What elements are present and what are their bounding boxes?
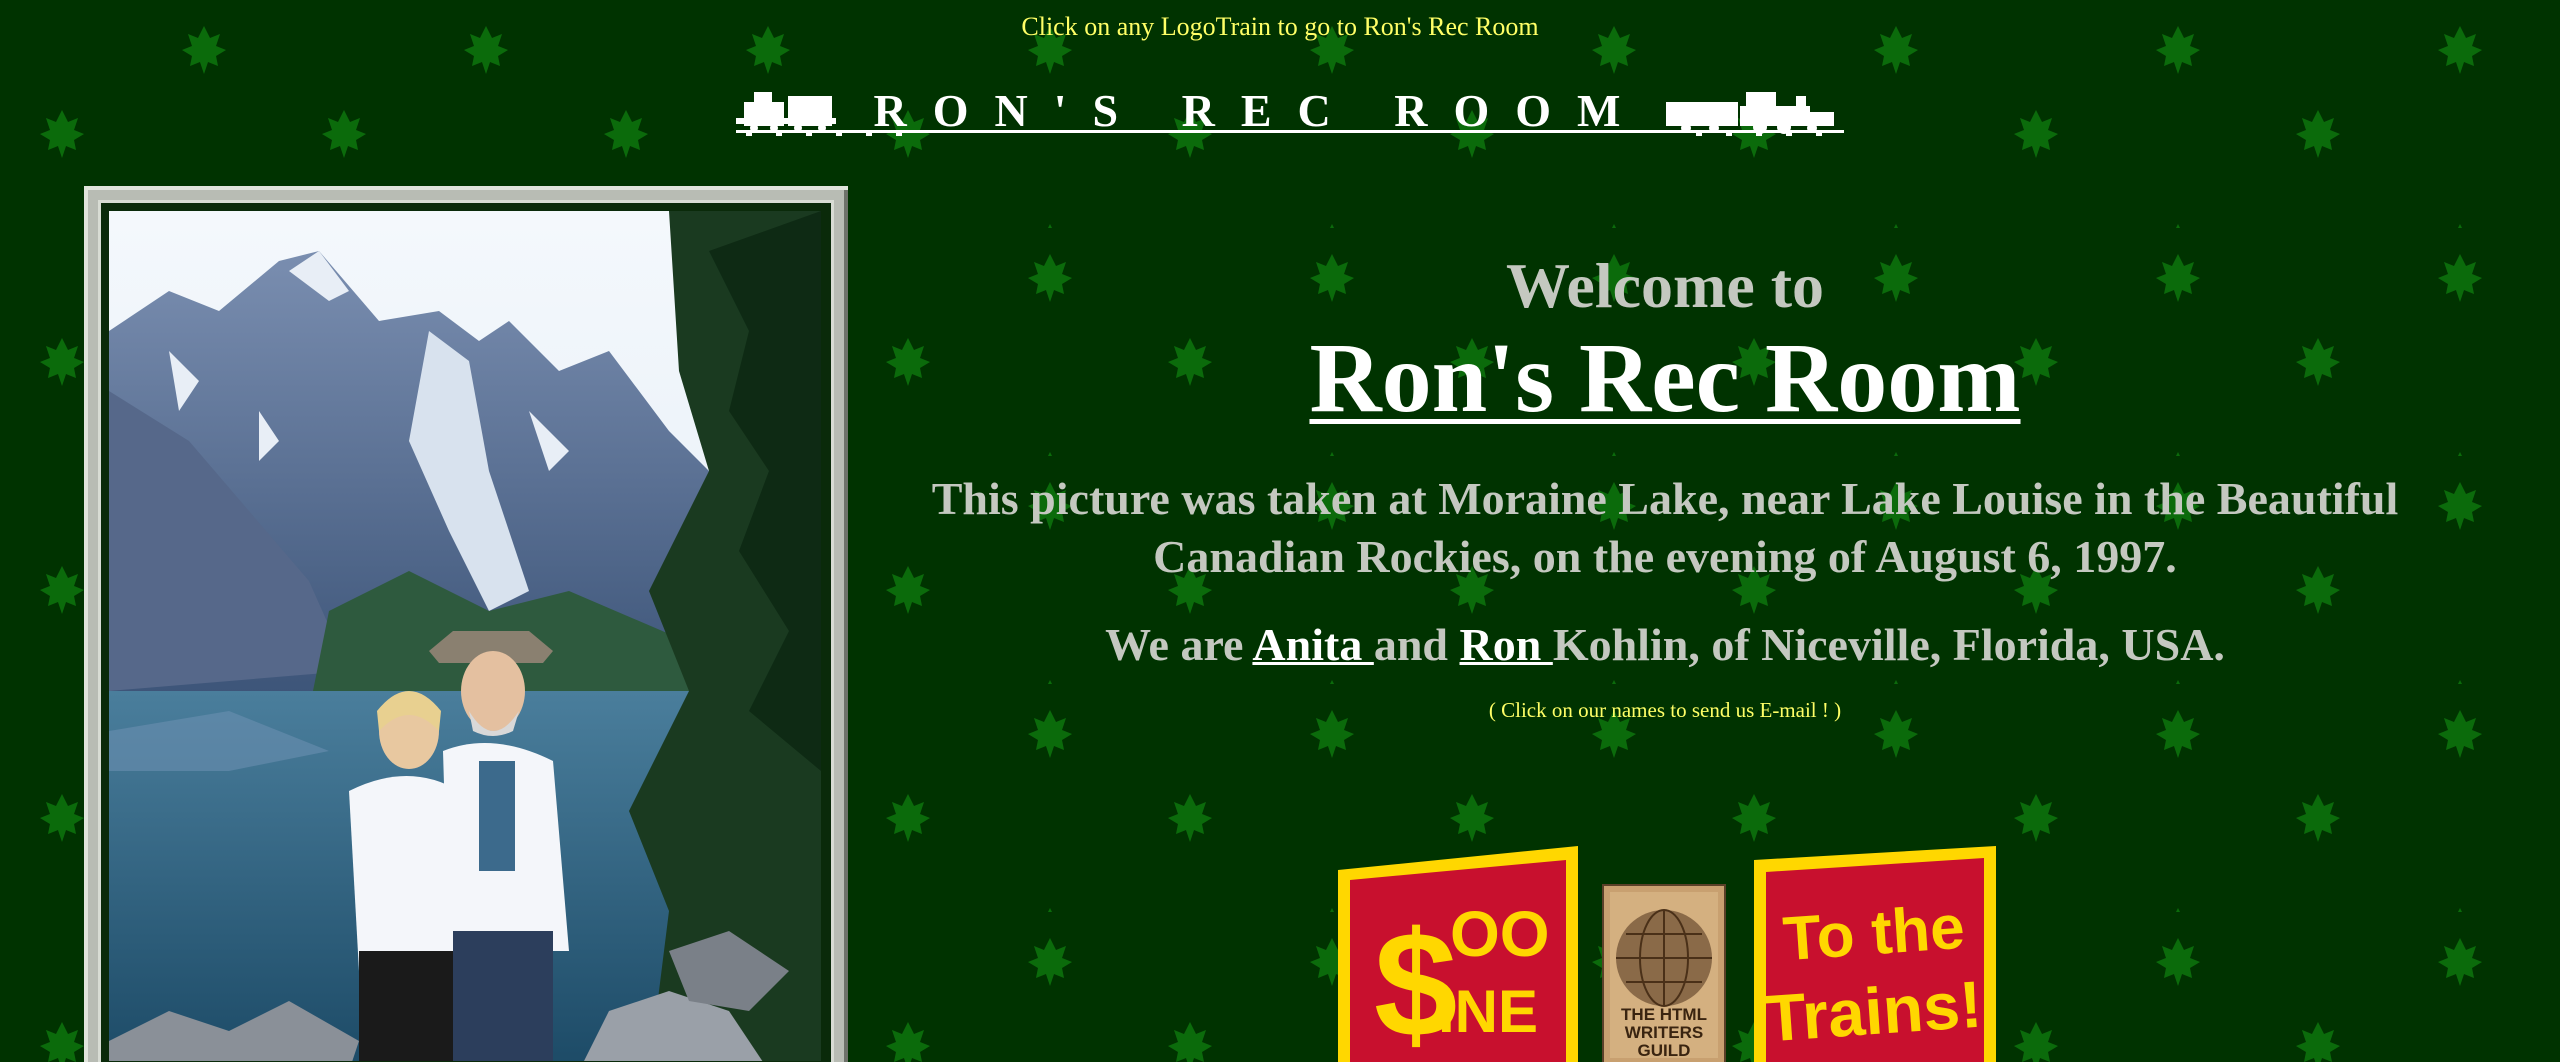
locomotive-icon xyxy=(1666,92,1834,134)
to-the-trains-badge[interactable]: To the Trains! xyxy=(1750,846,2000,1062)
svg-text:Trains!: Trains! xyxy=(1763,967,1984,1056)
svg-text:WRITERS: WRITERS xyxy=(1625,1023,1703,1042)
caboose-icon xyxy=(736,92,836,132)
photo-frame xyxy=(84,186,848,1062)
svg-text:To the: To the xyxy=(1781,893,1967,974)
logotrain-instruction: Click on any LogoTrain to go to Ron's Re… xyxy=(1021,12,1539,41)
we-are-suffix: Kohlin, of Niceville, Florida, USA. xyxy=(1552,619,2225,670)
ron-email-link[interactable]: Ron xyxy=(1460,619,1553,670)
we-are-prefix: We are xyxy=(1105,619,1253,670)
photo-caption: This picture was taken at Moraine Lake, … xyxy=(931,473,2399,582)
soo-line-badge[interactable]: $ OO INE xyxy=(1334,846,1582,1062)
welcome-section: Welcome to Ron's Rec Room This picture w… xyxy=(880,250,2450,723)
svg-text:OO: OO xyxy=(1450,898,1550,970)
svg-text:THE HTML: THE HTML xyxy=(1621,1005,1707,1024)
badge-row: $ OO INE THE HTML WRITERS GUILD To the T… xyxy=(1334,846,2004,1062)
svg-text:INE: INE xyxy=(1438,978,1538,1045)
photo-border xyxy=(98,200,834,1062)
moraine-lake-photo xyxy=(109,211,823,1061)
anita-email-link[interactable]: Anita xyxy=(1252,619,1373,670)
logotrain-banner[interactable]: RON'S REC ROOM xyxy=(736,82,1844,138)
and-word: and xyxy=(1373,619,1460,670)
email-note: ( Click on our names to send us E-mail !… xyxy=(1488,698,1842,722)
site-title: Ron's Rec Room xyxy=(1309,322,2021,433)
we-are-line: We are Anita and Ron Kohlin, of Nicevill… xyxy=(880,616,2450,674)
welcome-heading: Welcome to xyxy=(1505,250,1825,321)
moraine-lake-photo-image xyxy=(109,211,821,1061)
html-writers-guild-badge[interactable]: THE HTML WRITERS GUILD xyxy=(1602,884,1726,1062)
svg-text:RON'S REC ROOM: RON'S REC ROOM xyxy=(874,85,1647,136)
svg-text:GUILD: GUILD xyxy=(1638,1041,1691,1060)
